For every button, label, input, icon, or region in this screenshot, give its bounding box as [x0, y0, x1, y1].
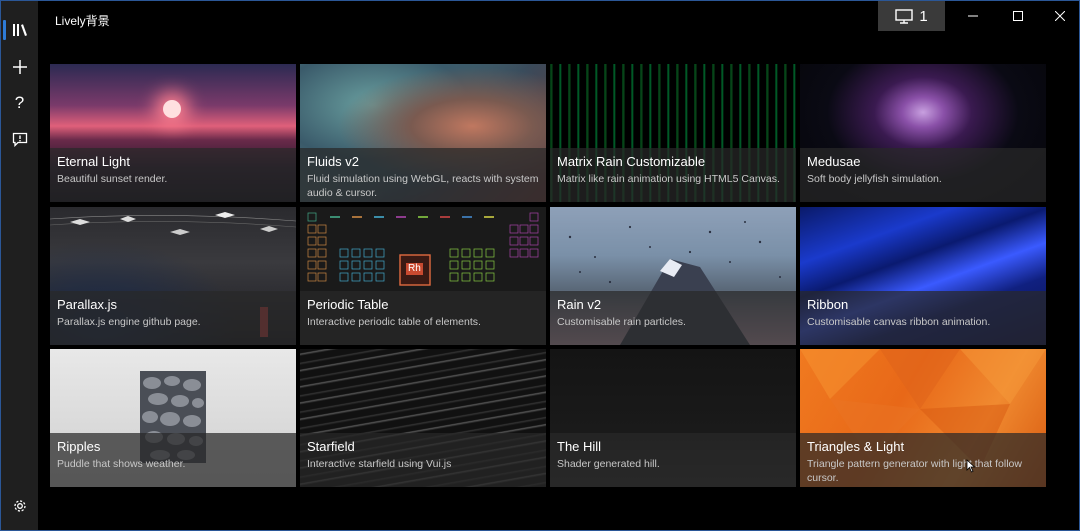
wallpaper-tile-medusae[interactable]: Medusae Soft body jellyfish simulation.	[800, 64, 1046, 202]
wallpaper-tile-triangles-light[interactable]: Triangles & Light Triangle pattern gener…	[800, 349, 1046, 487]
wallpaper-tile-starfield[interactable]: Starfield Interactive starfield using Vu…	[300, 349, 546, 487]
wallpaper-grid: Eternal Light Beautiful sunset render. F…	[50, 64, 1046, 488]
periodic-element-symbol: Rh	[406, 263, 423, 275]
tile-caption: Medusae Soft body jellyfish simulation.	[800, 148, 1046, 202]
tile-caption: Rain v2 Customisable rain particles.	[550, 291, 796, 345]
wallpaper-name: Parallax.js	[57, 297, 117, 312]
tile-caption: Starfield Interactive starfield using Vu…	[300, 433, 546, 487]
tile-caption: Periodic Table Interactive periodic tabl…	[300, 291, 546, 345]
wallpaper-name: Eternal Light	[57, 154, 130, 169]
app-window: ? Lively背景 1 Eternal Light Beautiful sun…	[0, 0, 1080, 531]
tile-caption: Matrix Rain Customizable Matrix like rai…	[550, 148, 796, 202]
wallpaper-name: Ripples	[57, 439, 101, 454]
monitor-count: 1	[919, 7, 928, 25]
tile-caption: Ribbon Customisable canvas ribbon animat…	[800, 291, 1046, 345]
chat-icon	[12, 132, 27, 147]
plus-icon	[12, 60, 27, 74]
monitor-icon	[895, 8, 914, 24]
library-icon	[12, 24, 27, 36]
wallpaper-name: Starfield	[307, 439, 355, 454]
tile-caption: Eternal Light Beautiful sunset render.	[50, 148, 296, 202]
wallpaper-description: Customisable canvas ribbon animation.	[807, 316, 991, 328]
wallpaper-name: Matrix Rain Customizable	[557, 154, 706, 169]
mouse-cursor-icon	[966, 459, 976, 473]
monitor-select-button[interactable]: 1	[878, 1, 945, 31]
wallpaper-name: Ribbon	[807, 297, 849, 312]
wallpaper-name: Medusae	[807, 154, 861, 169]
wallpaper-description: Soft body jellyfish simulation.	[807, 173, 942, 185]
tile-caption: The Hill Shader generated hill.	[550, 433, 796, 487]
sidebar-item-feedback[interactable]	[1, 121, 38, 157]
wallpaper-description: Parallax.js engine github page.	[57, 316, 201, 328]
wallpaper-tile-the-hill[interactable]: The Hill Shader generated hill.	[550, 349, 796, 487]
maximize-button[interactable]	[996, 1, 1040, 31]
close-icon	[1055, 11, 1065, 21]
wallpaper-tile-rain-v2[interactable]: Rain v2 Customisable rain particles.	[550, 207, 796, 345]
wallpaper-tile-ripples[interactable]: Ripples Puddle that shows weather.	[50, 349, 296, 487]
wallpaper-description: Fluid simulation using WebGL, reacts wit…	[307, 173, 539, 199]
sidebar-item-help[interactable]: ?	[1, 85, 38, 121]
wallpaper-name: The Hill	[557, 439, 602, 454]
wallpaper-name: Triangles & Light	[807, 439, 905, 454]
window-title: Lively背景	[55, 14, 110, 28]
wallpaper-name: Fluids v2	[307, 154, 360, 169]
wallpaper-description: Customisable rain particles.	[557, 316, 686, 328]
wallpaper-tile-eternal-light[interactable]: Eternal Light Beautiful sunset render.	[50, 64, 296, 202]
wallpaper-tile-matrix-rain[interactable]: Matrix Rain Customizable Matrix like rai…	[550, 64, 796, 202]
tile-caption: Triangles & Light Triangle pattern gener…	[800, 433, 1046, 487]
gear-icon	[13, 500, 26, 512]
maximize-icon	[1013, 11, 1023, 21]
minimize-icon	[968, 15, 978, 17]
wallpaper-tile-parallax[interactable]: Parallax.js Parallax.js engine github pa…	[50, 207, 296, 345]
close-button[interactable]	[1038, 1, 1079, 31]
sidebar-item-add[interactable]	[1, 49, 38, 85]
wallpaper-tile-ribbon[interactable]: Ribbon Customisable canvas ribbon animat…	[800, 207, 1046, 345]
wallpaper-name: Rain v2	[557, 297, 602, 312]
minimize-button[interactable]	[951, 1, 995, 31]
wallpaper-description: Interactive periodic table of elements.	[307, 316, 481, 328]
wallpaper-description: Interactive starfield using Vui.js	[307, 458, 452, 470]
settings-button[interactable]	[1, 488, 38, 524]
wallpaper-description: Triangle pattern generator with light th…	[807, 458, 1022, 484]
wallpaper-name: Periodic Table	[307, 297, 389, 312]
wallpaper-description: Puddle that shows weather.	[57, 458, 186, 470]
help-icon: ?	[14, 93, 25, 112]
sidebar: ?	[1, 1, 38, 530]
wallpaper-tile-periodic-table[interactable]: Rh Periodic Table Interactive periodic t…	[300, 207, 546, 345]
wallpaper-description: Matrix like rain animation using HTML5 C…	[557, 173, 780, 185]
tile-caption: Fluids v2 Fluid simulation using WebGL, …	[300, 148, 546, 202]
wallpaper-tile-fluids-v2[interactable]: Fluids v2 Fluid simulation using WebGL, …	[300, 64, 546, 202]
sidebar-item-library[interactable]	[1, 12, 38, 48]
wallpaper-description: Beautiful sunset render.	[57, 173, 168, 185]
tile-caption: Ripples Puddle that shows weather.	[50, 433, 296, 487]
wallpaper-description: Shader generated hill.	[557, 458, 660, 470]
tile-caption: Parallax.js Parallax.js engine github pa…	[50, 291, 296, 345]
